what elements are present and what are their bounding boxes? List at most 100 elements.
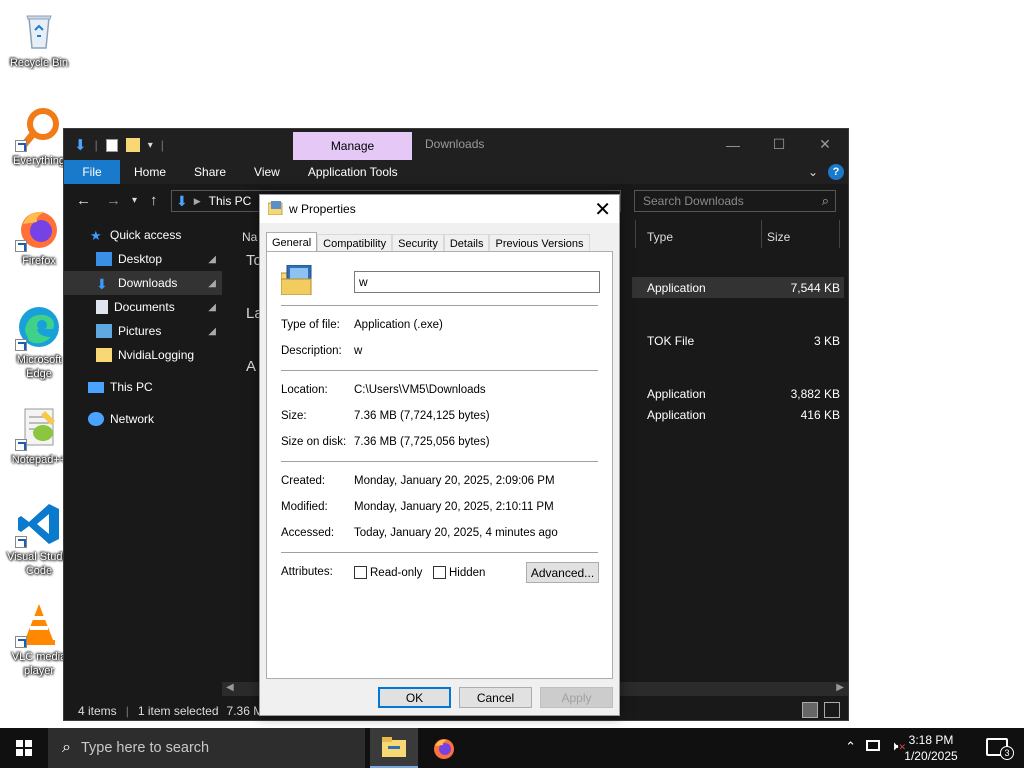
desktop-folder-icon [96, 252, 112, 266]
ok-button[interactable]: OK [378, 687, 451, 708]
scroll-left-arrow-icon[interactable]: ◀ [226, 682, 234, 693]
taskbar-search-box[interactable]: ⌕ Type here to search [48, 728, 365, 768]
desktop-icon-recycle-bin[interactable]: Recycle Bin [4, 6, 74, 70]
firefox-icon [434, 739, 454, 759]
tab-file[interactable]: File [64, 160, 120, 184]
ribbon-tabs: File Home Share View Application Tools ⌄… [64, 160, 848, 184]
breadcrumb-this-pc[interactable]: This PC [209, 194, 252, 208]
windows-logo-icon [16, 740, 32, 756]
cancel-button[interactable]: Cancel [459, 687, 532, 708]
tab-general[interactable]: General [266, 232, 318, 253]
nav-network[interactable]: Network [64, 407, 222, 431]
search-input[interactable]: Search Downloads ⌕ [634, 190, 836, 212]
window-title: Downloads [425, 137, 485, 151]
quick-access-toolbar: ⬇ | ▾ | [74, 136, 164, 154]
search-placeholder: Search Downloads [643, 194, 744, 208]
tab-share[interactable]: Share [180, 160, 240, 184]
column-header-size[interactable]: Size [767, 230, 790, 244]
computer-icon [88, 381, 104, 393]
status-selection-size: 7.36 M [226, 703, 264, 718]
taskbar-firefox[interactable] [420, 728, 468, 768]
recycle-bin-icon [15, 6, 63, 54]
desktop-icon-label: Recycle Bin [9, 57, 69, 69]
checkbox-box[interactable] [354, 566, 367, 579]
vlc-icon [15, 600, 63, 648]
properties-check-icon[interactable] [105, 138, 118, 152]
new-folder-icon[interactable] [125, 138, 140, 152]
file-row[interactable]: Application 3,882 KB [632, 383, 844, 404]
maximize-button[interactable]: ☐ [756, 129, 802, 160]
file-row[interactable]: Application 416 KB [632, 404, 844, 425]
nav-downloads[interactable]: ⬇ Downloads ◢ [64, 271, 222, 295]
hidden-checkbox[interactable]: Hidden [433, 566, 485, 579]
file-type: Application [647, 407, 706, 422]
dialog-title-bar: w Properties ✕ [260, 195, 619, 223]
close-button[interactable]: ✕ [802, 129, 848, 160]
forward-arrow-icon[interactable]: → [106, 192, 121, 209]
attributes-label: Attributes: [281, 566, 333, 578]
star-icon: ★ [90, 228, 102, 243]
pin-icon[interactable]: ◢ [208, 326, 216, 337]
nav-documents[interactable]: Documents ◢ [64, 295, 222, 319]
clock-time: 3:18 PM [908, 733, 954, 747]
show-hidden-icons-chevron-icon[interactable]: ⌃ [845, 739, 856, 755]
pin-icon[interactable]: ◢ [208, 302, 216, 313]
file-row[interactable]: Application 7,544 KB [632, 277, 844, 298]
download-arrow-icon[interactable]: ⬇ [74, 136, 87, 154]
expand-ribbon-chevron-icon[interactable]: ⌄ [808, 165, 818, 179]
read-only-checkbox[interactable]: Read-only [354, 566, 422, 579]
type-of-file-label: Type of file: [281, 319, 340, 331]
back-arrow-icon[interactable]: ← [76, 192, 91, 209]
help-icon[interactable]: ? [828, 164, 844, 180]
nav-this-pc[interactable]: This PC [64, 375, 222, 399]
nav-desktop[interactable]: Desktop ◢ [64, 247, 222, 271]
network-status-icon[interactable] [866, 740, 880, 751]
column-header-type[interactable]: Type [647, 230, 673, 244]
apply-button[interactable]: Apply [540, 687, 613, 708]
taskbar: ⌕ Type here to search ⌃ 🕨✕ 3:18 PM 1/20/… [0, 728, 1024, 768]
details-view-icon[interactable] [802, 702, 818, 718]
file-type: TOK File [647, 333, 695, 348]
dialog-tabs: General Compatibility Security Details P… [266, 232, 590, 253]
breadcrumb-separator-icon: ▶ [193, 195, 201, 206]
file-name-field[interactable]: w [354, 271, 600, 293]
shortcut-arrow-icon [15, 536, 27, 548]
large-icons-view-icon[interactable] [824, 702, 840, 718]
taskbar-clock[interactable]: 3:18 PM 1/20/2025 [896, 732, 966, 764]
search-icon: ⌕ [62, 739, 71, 756]
pin-icon[interactable]: ◢ [208, 254, 216, 265]
up-arrow-icon[interactable]: ↑ [150, 192, 158, 209]
notification-center-icon[interactable]: 3 [986, 738, 1014, 760]
view-buttons [802, 702, 840, 718]
advanced-button[interactable]: Advanced... [526, 562, 599, 583]
vscode-icon [15, 500, 63, 548]
tab-home[interactable]: Home [120, 160, 180, 184]
modified-label: Modified: [281, 501, 328, 513]
start-button[interactable] [0, 728, 48, 768]
recent-locations-chevron-icon[interactable]: ▾ [132, 195, 137, 206]
tab-application-tools[interactable]: Application Tools [294, 160, 412, 184]
manage-contextual-tab[interactable]: Manage [293, 132, 412, 160]
nav-pictures[interactable]: Pictures ◢ [64, 319, 222, 343]
checkbox-box[interactable] [433, 566, 446, 579]
minimize-button[interactable]: — [710, 129, 756, 160]
dialog-close-button[interactable]: ✕ [594, 197, 611, 222]
tab-view[interactable]: View [240, 160, 294, 184]
everything-search-icon [15, 104, 63, 152]
group-header[interactable]: A [246, 358, 256, 375]
nav-quick-access[interactable]: ★ Quick access [64, 223, 222, 247]
downloads-icon: ⬇ [96, 276, 108, 292]
taskbar-file-explorer[interactable] [370, 728, 418, 768]
application-icon [268, 201, 283, 215]
nav-nvidialogging[interactable]: NvidiaLogging [64, 343, 222, 367]
window-controls: — ☐ ✕ [710, 129, 848, 160]
column-header-name[interactable]: Na [242, 230, 257, 244]
shortcut-arrow-icon [15, 339, 27, 351]
status-selection: 1 item selected [137, 703, 219, 718]
file-row[interactable]: TOK File 3 KB [632, 330, 844, 351]
customize-toolbar-dropdown-icon[interactable]: ▾ [148, 140, 153, 151]
nav-item-label: Pictures [118, 324, 162, 338]
pin-icon[interactable]: ◢ [208, 278, 216, 289]
navigation-pane: ★ Quick access Desktop ◢ ⬇ Downloads ◢ D… [64, 218, 222, 701]
scroll-right-arrow-icon[interactable]: ▶ [836, 682, 844, 693]
